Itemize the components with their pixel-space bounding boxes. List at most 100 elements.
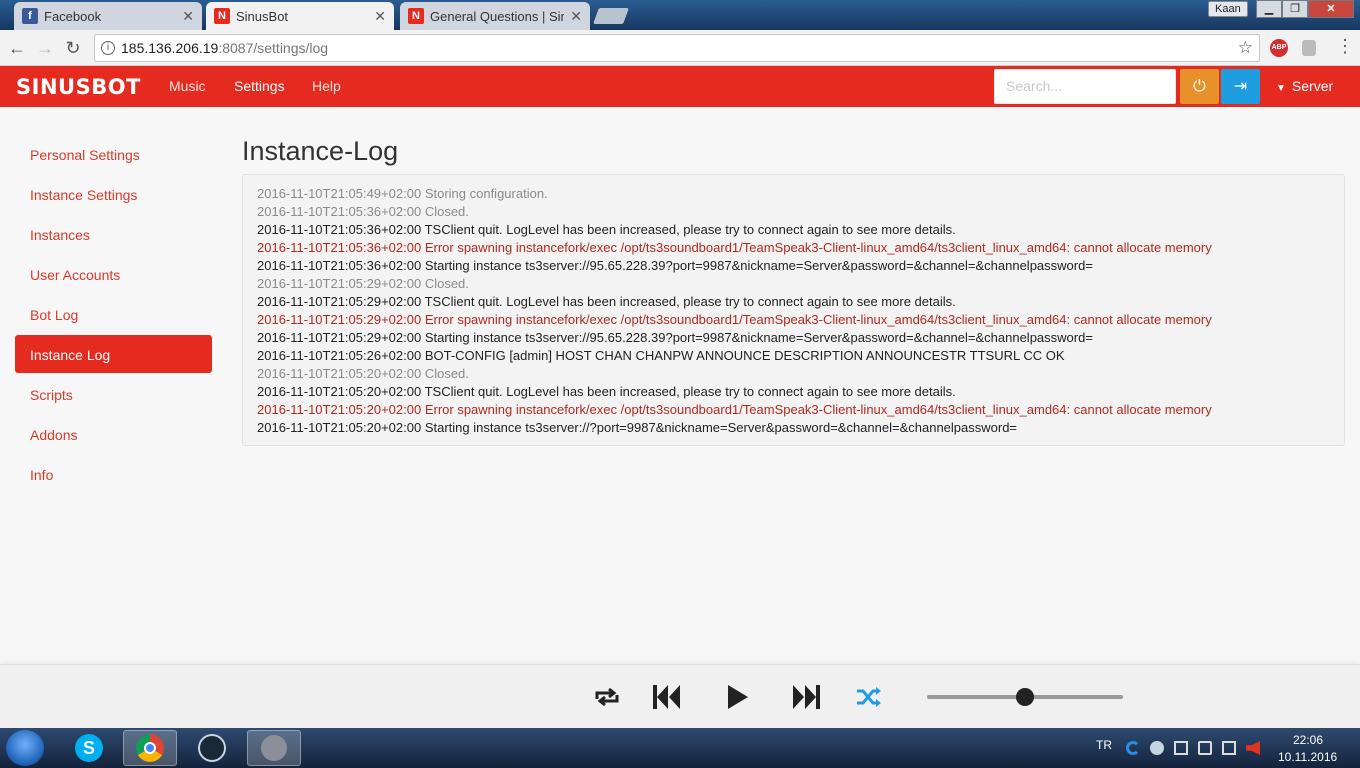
- flag-icon[interactable]: [1174, 741, 1188, 755]
- play-icon: [728, 685, 748, 709]
- taskbar-teamspeak[interactable]: [247, 730, 301, 766]
- server-label: Server: [1291, 78, 1334, 94]
- nav-help[interactable]: Help: [312, 78, 341, 94]
- language-indicator[interactable]: TR: [1096, 738, 1112, 752]
- sinusbot-logo[interactable]: SINUSBOT: [16, 75, 141, 99]
- sidebar-item-instances[interactable]: Instances: [15, 215, 212, 253]
- browser-tab-strip: f Facebook ✕ N SinusBot ✕ N General Ques…: [0, 0, 1360, 30]
- taskbar-steam[interactable]: [185, 730, 239, 766]
- previous-icon: [653, 685, 680, 709]
- server-dropdown[interactable]: ▼ Server: [1276, 78, 1333, 94]
- clock-time[interactable]: 22:06: [1293, 733, 1323, 747]
- log-line: 2016-11-10T21:05:36+02:00 Starting insta…: [257, 258, 1093, 273]
- log-line: 2016-11-10T21:05:29+02:00 Starting insta…: [257, 330, 1093, 345]
- clock-date[interactable]: 10.11.2016: [1278, 750, 1337, 764]
- volume-slider[interactable]: [927, 688, 1123, 706]
- repeat-icon: [595, 687, 619, 707]
- sidebar-item-instance-log[interactable]: Instance Log: [15, 335, 212, 373]
- sidebar-item-info[interactable]: Info: [15, 455, 212, 493]
- log-line: 2016-11-10T21:05:36+02:00 Closed.: [257, 204, 469, 219]
- log-line: 2016-11-10T21:05:29+02:00 Error spawning…: [257, 312, 1212, 327]
- tab-title: General Questions | Sinu: [430, 8, 565, 24]
- sidebar-item-personal-settings[interactable]: Personal Settings: [15, 135, 212, 173]
- page-title: Instance-Log: [242, 136, 399, 166]
- search-box: [994, 69, 1176, 104]
- chrome-icon: [136, 734, 164, 762]
- start-button[interactable]: [6, 730, 44, 766]
- tab-facebook[interactable]: f Facebook ✕: [14, 2, 202, 30]
- close-tab-icon[interactable]: ✕: [182, 8, 194, 25]
- settings-sidebar: Personal Settings Instance Settings Inst…: [15, 135, 212, 495]
- instance-log-box: 2016-11-10T21:05:49+02:00 Storing config…: [242, 174, 1345, 446]
- app-navbar: SINUSBOT Music Settings Help ⏻ ⇥ ▼ Server: [0, 66, 1360, 107]
- tab-sinusbot[interactable]: N SinusBot ✕: [206, 2, 394, 30]
- adblock-extension-icon[interactable]: ABP: [1270, 39, 1288, 57]
- sidebar-item-addons[interactable]: Addons: [15, 415, 212, 453]
- caret-down-icon: ▼: [1276, 83, 1286, 94]
- sidebar-item-bot-log[interactable]: Bot Log: [15, 295, 212, 333]
- next-button[interactable]: [789, 679, 823, 715]
- muted-speaker-icon[interactable]: [1246, 741, 1260, 755]
- shuffle-icon: [857, 687, 881, 707]
- nav-music[interactable]: Music: [169, 78, 206, 94]
- tab-title: SinusBot: [236, 8, 289, 24]
- close-tab-icon[interactable]: ✕: [570, 8, 582, 25]
- tab-general-questions[interactable]: N General Questions | Sinu ✕: [400, 2, 590, 30]
- search-input[interactable]: [1006, 78, 1171, 94]
- minimize-button[interactable]: ▁: [1256, 0, 1282, 18]
- maximize-button[interactable]: ❐: [1282, 0, 1308, 18]
- profile-button[interactable]: Kaan: [1208, 1, 1248, 17]
- log-line: 2016-11-10T21:05:49+02:00 Storing config…: [257, 186, 548, 201]
- log-line: 2016-11-10T21:05:20+02:00 Closed.: [257, 366, 469, 381]
- nav-settings[interactable]: Settings: [234, 78, 285, 94]
- sidebar-item-instance-settings[interactable]: Instance Settings: [15, 175, 212, 213]
- player-bar: [0, 664, 1360, 728]
- skype-icon: S: [75, 734, 103, 762]
- previous-button[interactable]: [650, 679, 684, 715]
- sinusbot-icon: N: [408, 8, 424, 24]
- info-icon[interactable]: i: [101, 41, 115, 55]
- play-button[interactable]: [722, 679, 752, 715]
- repeat-button[interactable]: [592, 679, 622, 715]
- sinusbot-icon: N: [214, 8, 230, 24]
- facebook-icon: f: [22, 8, 38, 24]
- log-line: 2016-11-10T21:05:29+02:00 Closed.: [257, 276, 469, 291]
- log-line: 2016-11-10T21:05:36+02:00 Error spawning…: [257, 240, 1212, 255]
- taskbar-chrome[interactable]: [123, 730, 177, 766]
- tab-title: Facebook: [44, 8, 102, 24]
- shuffle-button[interactable]: [855, 679, 883, 715]
- url-path: :8087/settings/log: [218, 40, 329, 56]
- log-line: 2016-11-10T21:05:20+02:00 TSClient quit.…: [257, 384, 956, 399]
- steam-tray-icon[interactable]: [1150, 741, 1164, 755]
- speaker-icon[interactable]: [1198, 741, 1212, 755]
- steam-icon: [198, 734, 226, 762]
- power-button[interactable]: ⏻: [1180, 69, 1219, 104]
- new-tab-button[interactable]: [593, 8, 629, 24]
- sidebar-item-scripts[interactable]: Scripts: [15, 375, 212, 413]
- logout-icon: ⇥: [1233, 78, 1248, 95]
- back-icon[interactable]: ←: [6, 37, 28, 59]
- volume-slider-handle[interactable]: [1016, 688, 1034, 706]
- close-window-button[interactable]: ✕: [1308, 0, 1354, 18]
- log-line: 2016-11-10T21:05:26+02:00 BOT-CONFIG [ad…: [257, 348, 1065, 363]
- forward-icon[interactable]: →: [34, 37, 56, 59]
- sidebar-item-user-accounts[interactable]: User Accounts: [15, 255, 212, 293]
- browser-toolbar: ← → ↻ i 185.136.206.19:8087/settings/log…: [0, 30, 1360, 66]
- log-line: 2016-11-10T21:05:36+02:00 TSClient quit.…: [257, 222, 956, 237]
- power-icon: ⏻: [1193, 78, 1206, 95]
- windows-taskbar: S TR 22:06 10.11.2016: [0, 728, 1360, 768]
- bookmark-star-icon[interactable]: ☆: [1238, 35, 1253, 61]
- taskbar-skype[interactable]: S: [62, 730, 116, 766]
- close-tab-icon[interactable]: ✕: [374, 8, 386, 25]
- address-bar[interactable]: i 185.136.206.19:8087/settings/log ☆: [94, 34, 1260, 62]
- browser-menu-icon[interactable]: ⋮: [1336, 36, 1354, 57]
- logout-button[interactable]: ⇥: [1221, 69, 1260, 104]
- network-icon[interactable]: [1222, 741, 1236, 755]
- reload-icon[interactable]: ↻: [62, 37, 84, 59]
- next-icon: [793, 685, 820, 709]
- log-line: 2016-11-10T21:05:29+02:00 TSClient quit.…: [257, 294, 956, 309]
- logitech-icon[interactable]: [1126, 741, 1140, 755]
- extension-icon[interactable]: [1302, 40, 1316, 56]
- url-host: 185.136.206.19: [121, 40, 219, 56]
- log-line: 2016-11-10T21:05:20+02:00 Starting insta…: [257, 420, 1018, 435]
